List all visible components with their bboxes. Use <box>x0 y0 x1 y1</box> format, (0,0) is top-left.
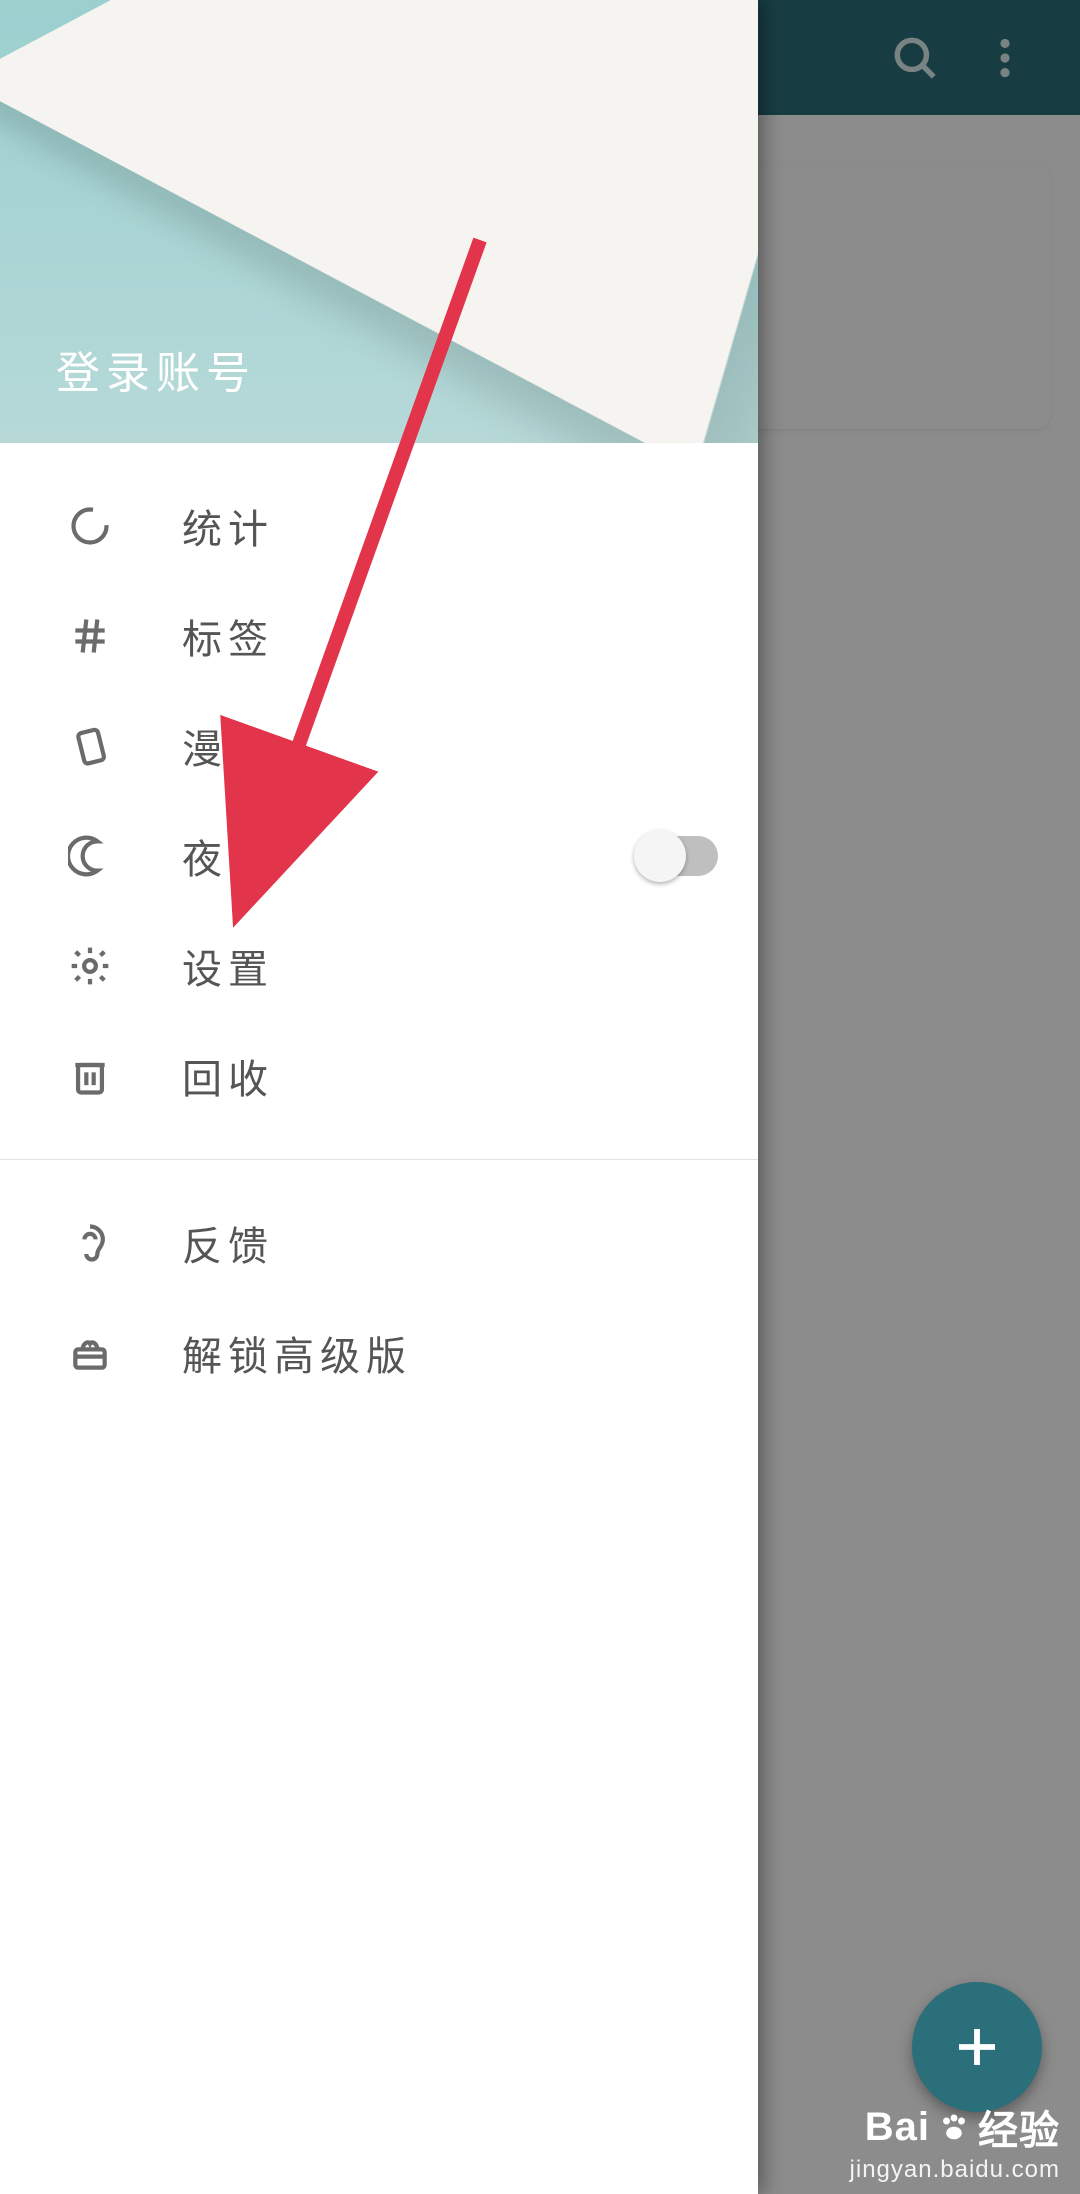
hash-icon <box>66 612 114 660</box>
toggle-knob <box>634 830 686 882</box>
menu-label: 解锁高级版 <box>182 1324 412 1382</box>
menu-label: 反馈 <box>182 1214 274 1272</box>
menu-item-stats[interactable]: 统计 <box>0 471 758 581</box>
menu-label: 统计 <box>182 497 274 555</box>
menu-divider <box>0 1159 758 1160</box>
menu-label: 回收 <box>182 1047 274 1105</box>
brand-prefix: Bai <box>865 2105 930 2150</box>
walk-icon <box>66 722 114 770</box>
menu-label: 夜 <box>182 827 228 885</box>
brand-suffix: 经验 <box>978 2098 1060 2156</box>
paw-icon <box>936 2109 972 2145</box>
menu-item-settings[interactable]: 设置 <box>0 911 758 1021</box>
menu-item-wander[interactable]: 漫步 <box>0 691 758 801</box>
gift-icon <box>66 1329 114 1377</box>
menu-item-night[interactable]: 夜 <box>0 801 758 911</box>
menu-item-feedback[interactable]: 反馈 <box>0 1188 758 1298</box>
night-mode-toggle[interactable] <box>638 836 718 876</box>
add-fab[interactable] <box>912 1982 1042 2112</box>
watermark-brand: Bai 经验 <box>850 2098 1060 2156</box>
nav-drawer: 登录账号 统计 标签 <box>0 0 758 2194</box>
watermark-url: jingyan.baidu.com <box>850 2156 1060 2184</box>
drawer-menu: 统计 标签 漫步 <box>0 443 758 2194</box>
gear-icon <box>66 942 114 990</box>
moon-icon <box>66 832 114 880</box>
menu-item-tags[interactable]: 标签 <box>0 581 758 691</box>
menu-item-unlock-premium[interactable]: 解锁高级版 <box>0 1298 758 1408</box>
login-link[interactable]: 登录账号 <box>56 337 256 401</box>
ear-icon <box>66 1219 114 1267</box>
trash-icon <box>66 1052 114 1100</box>
menu-label: 标签 <box>182 607 274 665</box>
drawer-header: 登录账号 <box>0 0 758 443</box>
stats-icon <box>66 502 114 550</box>
menu-item-recycle[interactable]: 回收 <box>0 1021 758 1131</box>
watermark: Bai 经验 jingyan.baidu.com <box>850 2098 1060 2184</box>
menu-label: 漫步 <box>182 717 274 775</box>
menu-label: 设置 <box>182 937 274 995</box>
plus-icon <box>950 2020 1004 2074</box>
